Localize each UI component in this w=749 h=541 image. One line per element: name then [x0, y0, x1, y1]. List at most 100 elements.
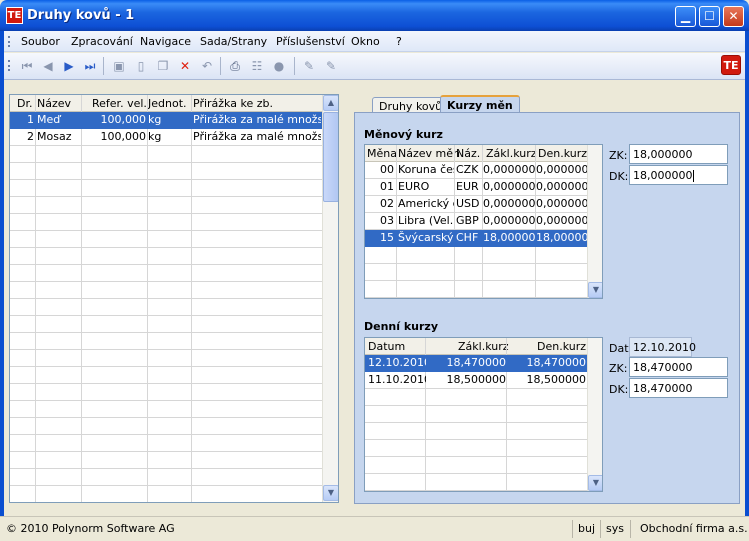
- metals-grid-header: Dr. Název Refer. vel. Jednot. Přirážka k…: [10, 95, 322, 112]
- cell-den-kurz: 0,000000: [536, 197, 587, 210]
- status-user: buj: [578, 522, 596, 535]
- cell-nazev-men: EURO: [398, 180, 430, 193]
- last-record-icon[interactable]: ⏭: [82, 58, 98, 74]
- col-zakl-kurz[interactable]: Zákl.kurz: [458, 340, 509, 353]
- structure-icon[interactable]: ☷: [249, 58, 265, 74]
- minimize-button[interactable]: ▁: [675, 6, 696, 27]
- cell-zakl-kurz: 18,500000: [446, 373, 507, 386]
- grid-row-line: [10, 230, 322, 231]
- daily-dk-field[interactable]: 18,470000: [629, 378, 728, 398]
- copy-record-icon[interactable]: ❐: [155, 58, 171, 74]
- cell-nazev-men: Libra (Vel.B: [398, 214, 454, 227]
- grid-row-line: [365, 405, 587, 406]
- scroll-down-icon[interactable]: ▼: [588, 282, 602, 298]
- currency-grid-scrollbar[interactable]: ▼: [587, 145, 602, 298]
- scroll-thumb[interactable]: [323, 112, 338, 202]
- scroll-down-icon[interactable]: ▼: [588, 475, 602, 491]
- undo-icon[interactable]: ↶: [199, 58, 215, 74]
- grid-row-line: [10, 383, 322, 384]
- status-separator: [630, 520, 631, 538]
- cell-mena: 15: [380, 231, 394, 244]
- col-nazev[interactable]: Název: [37, 97, 71, 110]
- menu-prislusenstvi[interactable]: Příslušenství: [276, 35, 345, 48]
- cell-naz: CHF: [456, 231, 479, 244]
- cell-den-kurz: 18,000000: [536, 231, 587, 244]
- metals-grid[interactable]: Dr. Název Refer. vel. Jednot. Přirážka k…: [9, 94, 339, 503]
- title-bar[interactable]: TE Druhy kovů - 1 ▁ ☐ ✕: [0, 0, 749, 31]
- edit-icon[interactable]: ✎: [301, 58, 317, 74]
- col-den-kurz[interactable]: Den.kurz: [538, 147, 587, 160]
- edit-alt-icon[interactable]: ✎: [323, 58, 339, 74]
- col-den-kurz[interactable]: Den.kurz: [537, 340, 586, 353]
- grid-row-line: [10, 332, 322, 333]
- delete-icon[interactable]: ✕: [177, 58, 193, 74]
- toolbar-separator: [294, 57, 295, 75]
- menu-soubor[interactable]: Soubor: [21, 35, 60, 48]
- grid-row-line: [10, 298, 322, 299]
- menu-grip[interactable]: [8, 36, 10, 47]
- cell-den-kurz: 0,000000: [536, 214, 587, 227]
- col-naz[interactable]: Náz.: [456, 147, 480, 160]
- col-datum[interactable]: Datum: [368, 340, 405, 353]
- grid-row-line: [10, 196, 322, 197]
- grid-row-line: [10, 315, 322, 316]
- cell-mena: 02: [380, 197, 394, 210]
- grid-row-line: [365, 388, 587, 389]
- first-record-icon[interactable]: ⏮: [19, 58, 35, 74]
- new-record-icon[interactable]: ▯: [133, 58, 149, 74]
- col-mena[interactable]: Měna: [367, 147, 397, 160]
- grid-row-line: [10, 451, 322, 452]
- cell-mena: 01: [380, 180, 394, 193]
- menu-okno[interactable]: Okno: [351, 35, 380, 48]
- cell-dr: 2: [27, 130, 34, 143]
- col-dr[interactable]: Dr.: [17, 97, 32, 110]
- toolbar-grip[interactable]: [8, 60, 10, 71]
- zk-label: ZK:: [609, 149, 628, 162]
- scroll-up-icon[interactable]: ▲: [323, 95, 338, 111]
- previous-record-icon[interactable]: ◀: [40, 58, 56, 74]
- grid-column-line: [396, 145, 397, 298]
- help-icon[interactable]: ●: [271, 58, 287, 74]
- grid-column-line: [191, 95, 192, 502]
- grid-row-line: [365, 297, 587, 298]
- cell-zakl-kurz: 18,470000: [446, 356, 507, 369]
- cell-den-kurz: 18,470000: [526, 356, 587, 369]
- scroll-down-icon[interactable]: ▼: [323, 485, 338, 501]
- menu-sada-strany[interactable]: Sada/Strany: [200, 35, 267, 48]
- menu-navigace[interactable]: Navigace: [140, 35, 191, 48]
- col-refer-vel[interactable]: Refer. vel.: [92, 97, 147, 110]
- maximize-icon: ☐: [704, 9, 715, 23]
- save-icon[interactable]: ▣: [111, 58, 127, 74]
- print-icon[interactable]: ⎙: [227, 58, 243, 74]
- tab-druhy-kovu[interactable]: Druhy kovů: [372, 97, 450, 113]
- col-nazev-men[interactable]: Název měn: [398, 147, 460, 160]
- cell-zakl-kurz: 0,000000: [483, 197, 535, 210]
- metals-grid-scrollbar[interactable]: ▲ ▼: [322, 95, 338, 502]
- status-separator: [600, 520, 601, 538]
- col-zakl-kurz[interactable]: Zákl.kurz: [486, 147, 537, 160]
- close-button[interactable]: ✕: [723, 6, 744, 27]
- daily-zk-field[interactable]: 18,470000: [629, 357, 728, 377]
- cell-zakl-kurz: 0,000000: [483, 180, 535, 193]
- grid-row-line: [365, 456, 587, 457]
- cell-datum: 11.10.2010: [368, 373, 426, 386]
- grid-row-line: [10, 145, 322, 146]
- maximize-button[interactable]: ☐: [699, 6, 720, 27]
- status-separator: [572, 520, 573, 538]
- currency-dk-field[interactable]: 18,000000: [629, 165, 728, 185]
- cell-naz: EUR: [456, 180, 479, 193]
- currency-zk-field[interactable]: 18,000000: [629, 144, 728, 164]
- grid-row-line: [10, 349, 322, 350]
- app-icon[interactable]: TE: [6, 7, 23, 24]
- currency-grid[interactable]: Měna Název měn Náz. Zákl.kurz Den.kurz 0…: [364, 144, 603, 299]
- menu-zpracovani[interactable]: Zpracování: [71, 35, 133, 48]
- col-jednot[interactable]: Jednot.: [148, 97, 187, 110]
- daily-rates-grid[interactable]: Datum Zákl.kurz Den.kurz 12.10.2010 18,4…: [364, 337, 603, 492]
- close-icon: ✕: [728, 9, 739, 23]
- col-prirazka[interactable]: Přirážka ke zb.: [193, 97, 273, 110]
- daily-grid-scrollbar[interactable]: ▼: [587, 338, 602, 491]
- daily-date-field: 12.10.2010: [629, 337, 696, 357]
- next-record-icon[interactable]: ▶: [61, 58, 77, 74]
- cell-nazev-men: Švýcarský f: [398, 231, 454, 244]
- menu-help[interactable]: ?: [396, 35, 402, 48]
